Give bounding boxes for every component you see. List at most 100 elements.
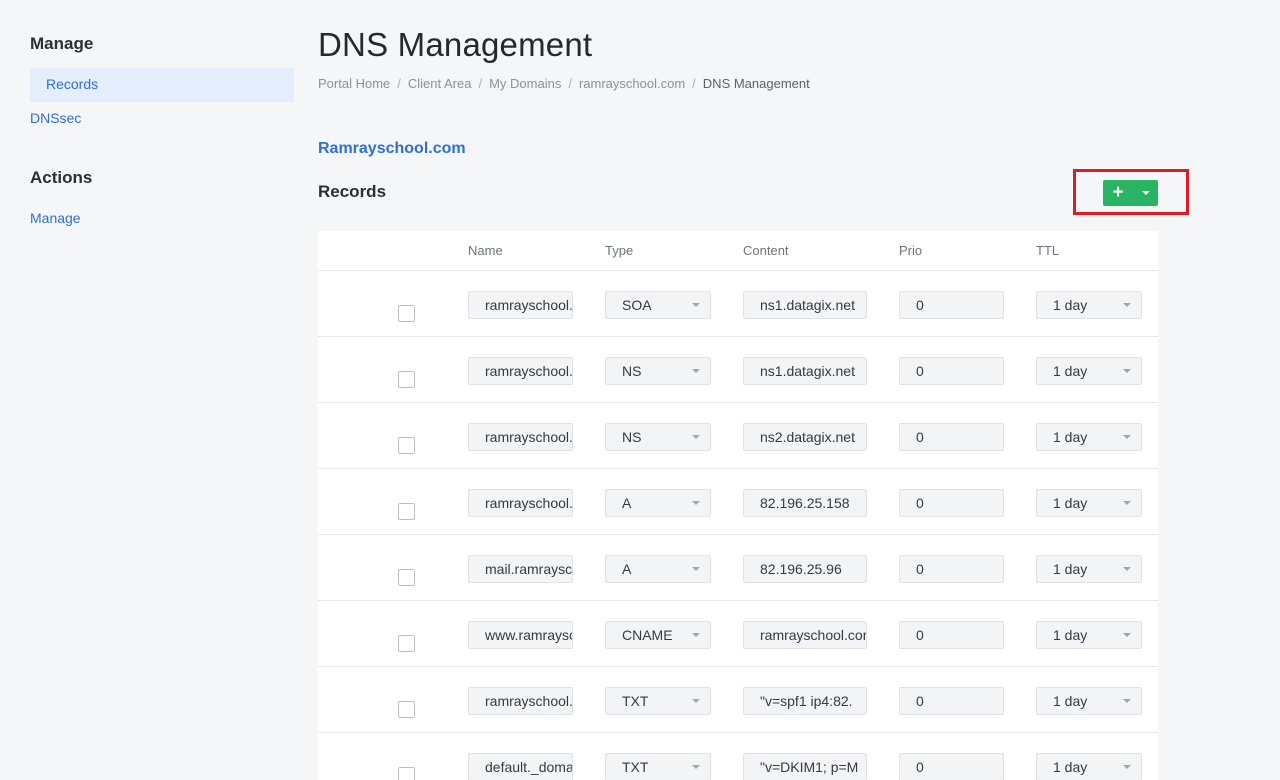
- table-row: mail.ramrayschool.com A 82.196.25.96 0 1 day: [318, 535, 1158, 601]
- record-name-field[interactable]: mail.ramrayschool.com: [468, 555, 573, 583]
- record-type-select[interactable]: TXT: [605, 753, 711, 780]
- sidebar-item-manage[interactable]: Manage: [30, 210, 81, 226]
- breadcrumb-domain[interactable]: ramrayschool.com: [579, 76, 685, 91]
- chevron-down-icon: [1123, 633, 1131, 637]
- record-prio-field[interactable]: 0: [899, 423, 1004, 451]
- record-type-select[interactable]: A: [605, 555, 711, 583]
- record-prio-field[interactable]: 0: [899, 357, 1004, 385]
- record-content-field[interactable]: "v=DKIM1; p=M: [743, 753, 867, 780]
- chevron-down-icon: [1123, 699, 1131, 703]
- record-prio-field[interactable]: 0: [899, 555, 1004, 583]
- record-name-field[interactable]: default._domainkey: [468, 753, 573, 780]
- record-content-field[interactable]: 82.196.25.96: [743, 555, 867, 583]
- record-ttl-select[interactable]: 1 day: [1036, 489, 1142, 517]
- record-type-value: TXT: [622, 759, 649, 775]
- record-content-field[interactable]: "v=spf1 ip4:82.: [743, 687, 867, 715]
- record-ttl-value: 1 day: [1053, 627, 1088, 643]
- row-select-checkbox[interactable]: [398, 701, 415, 718]
- add-record-button[interactable]: +: [1103, 180, 1158, 206]
- chevron-down-icon: [1123, 501, 1131, 505]
- chevron-down-icon: [692, 567, 700, 571]
- sidebar-heading-actions: Actions: [30, 168, 93, 187]
- record-ttl-value: 1 day: [1053, 759, 1088, 775]
- row-select-checkbox[interactable]: [398, 569, 415, 586]
- table-row: ramrayschool.com SOA ns1.datagix.net 0 1 day: [318, 271, 1158, 337]
- record-prio-field[interactable]: 0: [899, 291, 1004, 319]
- breadcrumb-current: DNS Management: [702, 76, 810, 91]
- record-name-field[interactable]: www.ramrayschool.com: [468, 621, 573, 649]
- record-prio-field[interactable]: 0: [899, 489, 1004, 517]
- row-select-checkbox[interactable]: [398, 503, 415, 520]
- breadcrumb-separator: /: [692, 76, 696, 91]
- row-select-checkbox[interactable]: [398, 371, 415, 388]
- table-row: ramrayschool.com NS ns2.datagix.net 0 1 day: [318, 403, 1158, 469]
- breadcrumb: Portal Home / Client Area / My Domains /…: [318, 76, 810, 91]
- column-header-name: Name: [468, 243, 503, 258]
- record-ttl-select[interactable]: 1 day: [1036, 423, 1142, 451]
- record-name-field[interactable]: ramrayschool.com: [468, 423, 573, 451]
- record-ttl-select[interactable]: 1 day: [1036, 687, 1142, 715]
- record-name-field[interactable]: ramrayschool.com: [468, 489, 573, 517]
- chevron-down-icon: [1123, 567, 1131, 571]
- record-type-select[interactable]: NS: [605, 357, 711, 385]
- records-table: Name Type Content Prio TTL ramrayschool.…: [318, 231, 1158, 780]
- chevron-down-icon: [1141, 191, 1150, 195]
- record-ttl-select[interactable]: 1 day: [1036, 555, 1142, 583]
- record-ttl-value: 1 day: [1053, 693, 1088, 709]
- table-row: ramrayschool.com TXT "v=spf1 ip4:82. 0 1 day: [318, 667, 1158, 733]
- record-content-field[interactable]: ns1.datagix.net: [743, 291, 867, 319]
- record-prio-field[interactable]: 0: [899, 687, 1004, 715]
- record-ttl-select[interactable]: 1 day: [1036, 753, 1142, 780]
- record-type-select[interactable]: A: [605, 489, 711, 517]
- record-type-value: A: [622, 561, 632, 577]
- record-name-field[interactable]: ramrayschool.com: [468, 687, 573, 715]
- add-record-dropdown-toggle[interactable]: [1133, 180, 1158, 206]
- chevron-down-icon: [692, 501, 700, 505]
- record-ttl-value: 1 day: [1053, 297, 1088, 313]
- record-type-value: NS: [622, 429, 642, 445]
- record-type-select[interactable]: SOA: [605, 291, 711, 319]
- record-ttl-value: 1 day: [1053, 495, 1088, 511]
- column-header-prio: Prio: [899, 243, 923, 258]
- record-ttl-select[interactable]: 1 day: [1036, 621, 1142, 649]
- record-name-field[interactable]: ramrayschool.com: [468, 291, 573, 319]
- record-name-field[interactable]: ramrayschool.com: [468, 357, 573, 385]
- record-type-value: SOA: [622, 297, 652, 313]
- breadcrumb-portal-home[interactable]: Portal Home: [318, 76, 390, 91]
- breadcrumb-client-area[interactable]: Client Area: [408, 76, 472, 91]
- row-select-checkbox[interactable]: [398, 437, 415, 454]
- sidebar-heading-manage: Manage: [30, 34, 94, 53]
- column-header-ttl: TTL: [1036, 243, 1060, 258]
- record-type-select[interactable]: TXT: [605, 687, 711, 715]
- chevron-down-icon: [692, 699, 700, 703]
- column-header-type: Type: [605, 243, 634, 258]
- sidebar-item-records[interactable]: Records: [30, 68, 294, 102]
- row-select-checkbox[interactable]: [398, 305, 415, 322]
- record-type-value: CNAME: [622, 627, 673, 643]
- domain-link[interactable]: Ramrayschool.com: [318, 140, 466, 158]
- record-ttl-value: 1 day: [1053, 429, 1088, 445]
- record-content-field[interactable]: ns2.datagix.net: [743, 423, 867, 451]
- record-type-value: TXT: [622, 693, 649, 709]
- chevron-down-icon: [692, 369, 700, 373]
- table-row: ramrayschool.com A 82.196.25.158 0 1 day: [318, 469, 1158, 535]
- breadcrumb-separator: /: [568, 76, 572, 91]
- record-content-field[interactable]: 82.196.25.158: [743, 489, 867, 517]
- record-type-select[interactable]: CNAME: [605, 621, 711, 649]
- record-ttl-value: 1 day: [1053, 561, 1088, 577]
- row-select-checkbox[interactable]: [398, 767, 415, 780]
- sidebar-item-dnssec[interactable]: DNSsec: [30, 110, 81, 126]
- row-select-checkbox[interactable]: [398, 635, 415, 652]
- table-row: ramrayschool.com NS ns1.datagix.net 0 1 day: [318, 337, 1158, 403]
- record-content-field[interactable]: ramrayschool.com: [743, 621, 867, 649]
- record-ttl-value: 1 day: [1053, 363, 1088, 379]
- plus-icon[interactable]: +: [1103, 180, 1133, 206]
- record-prio-field[interactable]: 0: [899, 753, 1004, 780]
- record-ttl-select[interactable]: 1 day: [1036, 357, 1142, 385]
- record-ttl-select[interactable]: 1 day: [1036, 291, 1142, 319]
- record-type-select[interactable]: NS: [605, 423, 711, 451]
- breadcrumb-my-domains[interactable]: My Domains: [489, 76, 561, 91]
- record-prio-field[interactable]: 0: [899, 621, 1004, 649]
- table-row: default._domainkey TXT "v=DKIM1; p=M 0 1 day: [318, 733, 1158, 780]
- record-content-field[interactable]: ns1.datagix.net: [743, 357, 867, 385]
